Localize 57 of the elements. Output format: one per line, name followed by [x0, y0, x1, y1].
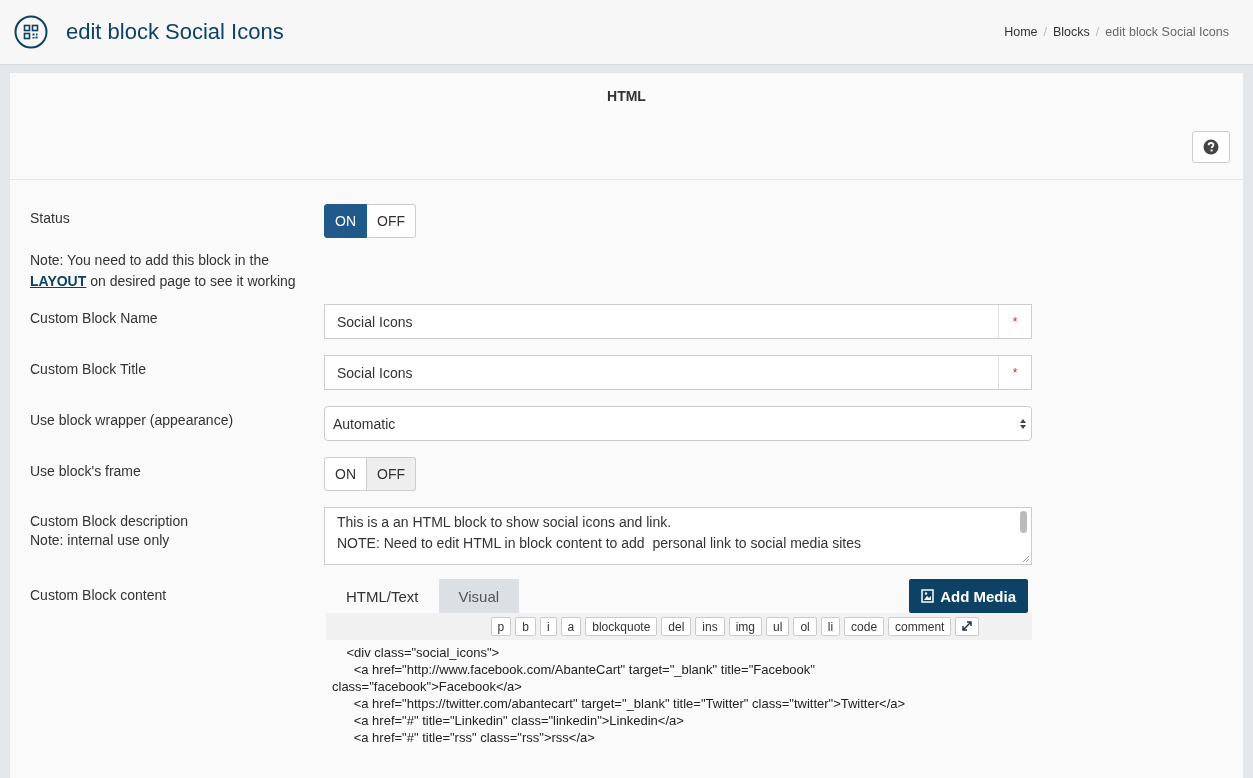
- toolbar-button[interactable]: ul: [766, 617, 790, 636]
- field-label: Custom Block description: [30, 512, 189, 531]
- select-arrows-icon: [1019, 417, 1027, 430]
- toolbar-button[interactable]: comment: [888, 617, 952, 636]
- expand-icon: [962, 620, 973, 631]
- text-field[interactable]: Social Icons *: [324, 304, 1032, 339]
- toolbar-button[interactable]: a: [560, 617, 582, 636]
- toolbar-button[interactable]: code: [844, 617, 885, 636]
- breadcrumb-link[interactable]: Blocks: [1053, 25, 1090, 39]
- wrapper-select[interactable]: Automatic: [324, 406, 1032, 441]
- breadcrumb-link[interactable]: Home: [1004, 25, 1038, 39]
- toolbar-button[interactable]: li: [820, 617, 841, 636]
- breadcrumb-separator: /: [1043, 25, 1047, 39]
- help-icon: [1203, 139, 1219, 155]
- editor-tab[interactable]: Visual: [438, 579, 520, 613]
- code-line: <a href="https://twitter.com/abantecart" target="_blank" title="Twitter" class="twitter">Twitter</a>: [352, 695, 907, 712]
- field-label: Custom Block Title: [30, 360, 147, 379]
- layout-link[interactable]: LAYOUT: [30, 273, 87, 289]
- toggle-option[interactable]: OFF: [367, 204, 416, 238]
- field-label: Custom Block Name: [30, 309, 159, 328]
- toolbar-button[interactable]: p: [490, 617, 512, 636]
- required-asterisk: *: [998, 305, 1031, 338]
- field-label: Status: [30, 209, 71, 228]
- toolbar-button[interactable]: i: [539, 617, 557, 636]
- toolbar-button[interactable]: ol: [793, 617, 817, 636]
- code-line: <a href="#" title="rss" class="rss">rss</a>: [352, 729, 596, 746]
- code-line: <div class="social_icons">: [345, 644, 501, 661]
- add-media-button[interactable]: Add Media: [909, 579, 1028, 613]
- toggle-option[interactable]: OFF: [367, 457, 416, 491]
- toolbar-button[interactable]: del: [661, 617, 692, 636]
- toolbar-button[interactable]: b: [515, 617, 536, 636]
- image-icon: [921, 589, 935, 603]
- field-label: Use block's frame: [30, 462, 142, 481]
- field-hint: Note: internal use only: [30, 531, 171, 550]
- help-button[interactable]: [1192, 131, 1230, 163]
- toggle-option[interactable]: ON: [324, 457, 367, 491]
- required-asterisk: *: [998, 356, 1031, 389]
- text-field[interactable]: Social Icons *: [324, 355, 1032, 390]
- toggle-option[interactable]: ON: [324, 204, 367, 238]
- field-label: Use block wrapper (appearance): [30, 411, 235, 430]
- code-line: class="facebook">Facebook</a>: [332, 678, 523, 695]
- toolbar-button[interactable]: img: [728, 617, 763, 636]
- qr-code-icon: [14, 15, 48, 49]
- layout-note: Note: You need to add this block in the LAYOUT on desired page to see it working: [30, 251, 297, 291]
- scrollbar-thumb[interactable]: [1020, 511, 1027, 533]
- page-title: edit block Social Icons: [66, 19, 285, 45]
- panel-title: HTML: [606, 87, 647, 104]
- resize-grip-icon[interactable]: [1021, 554, 1030, 563]
- code-line: <a href="http://www.facebook.com/AbanteCart" target="_blank" title="Facebook": [352, 661, 816, 678]
- field-label: Custom Block content: [30, 586, 168, 605]
- breadcrumb-separator: /: [1095, 25, 1100, 39]
- code-line: <a href="#" title="Linkedin" class="linkedin">Linkedin</a>: [352, 712, 685, 729]
- editor-tab[interactable]: HTML/Text: [326, 579, 439, 613]
- toolbar-button[interactable]: ins: [695, 617, 725, 636]
- fullscreen-button[interactable]: [955, 617, 980, 636]
- toolbar-button[interactable]: blockquote: [585, 617, 658, 636]
- description-textarea[interactable]: This is a an HTML block to show social icons and link. NOTE: Need to edit HTML in block content to add personal link to social media sites: [324, 507, 1032, 565]
